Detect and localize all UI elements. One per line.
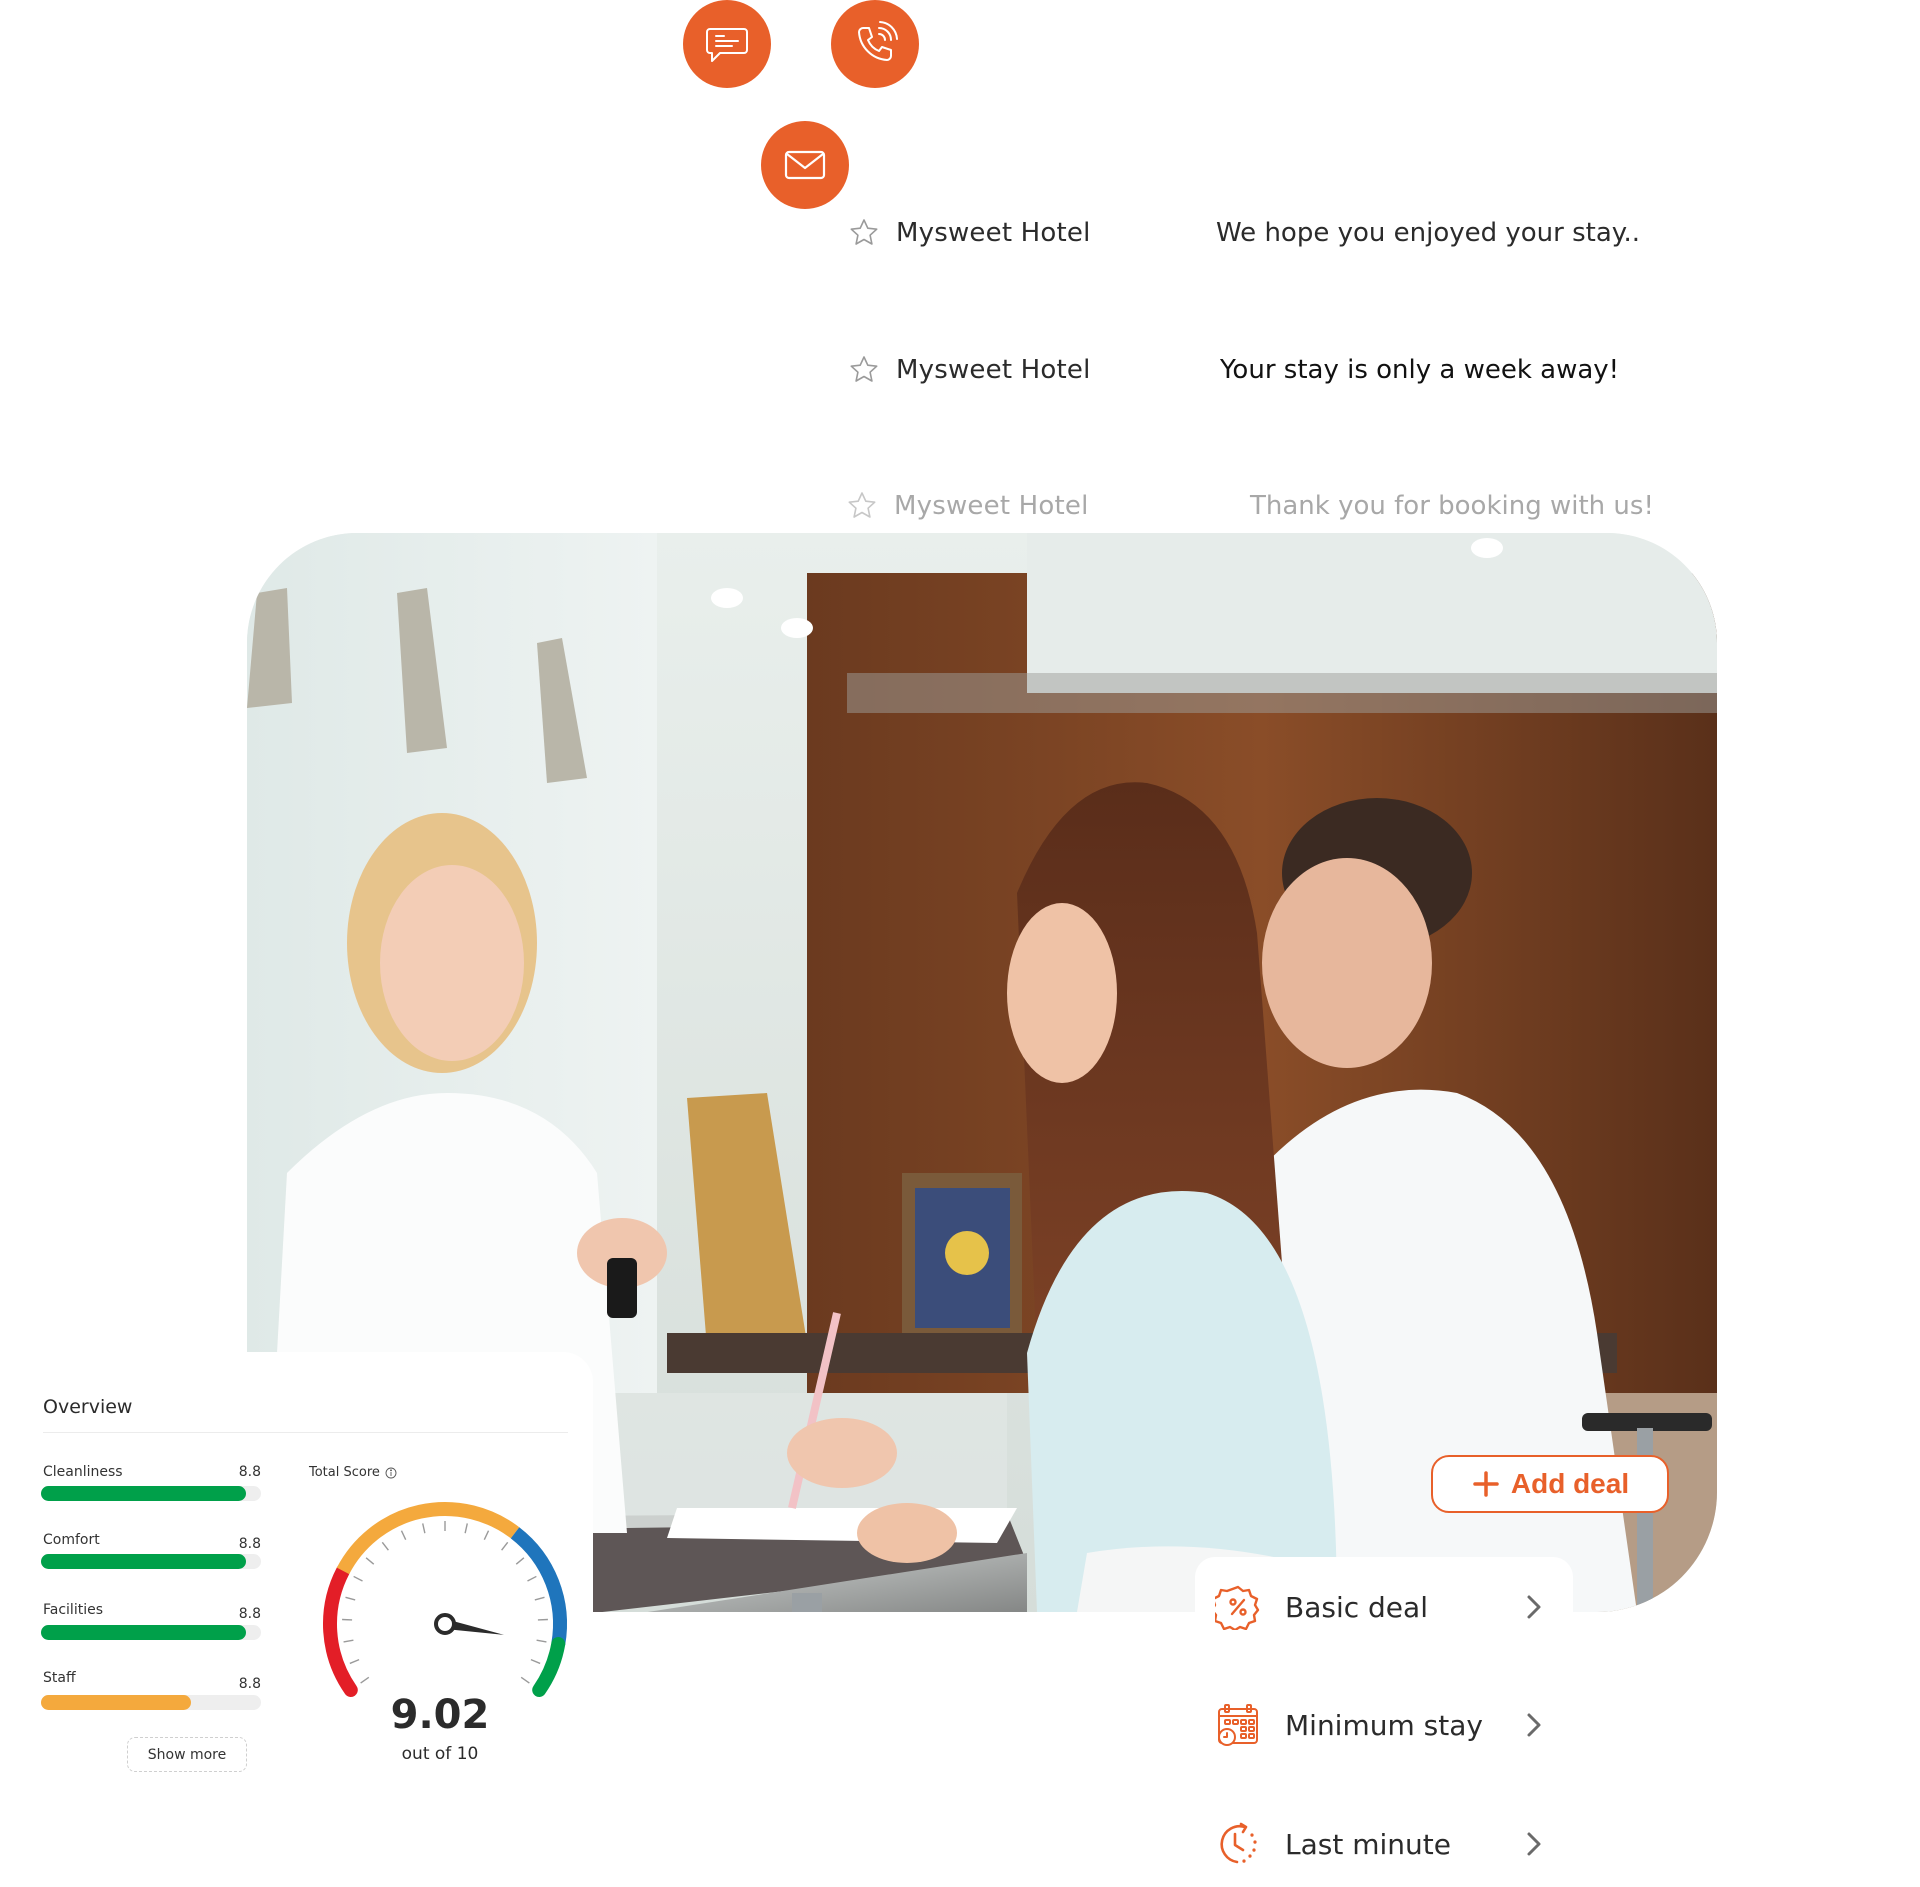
gauge-tick — [382, 1542, 388, 1550]
gauge-segment — [515, 1533, 560, 1644]
mail-icon — [780, 140, 830, 190]
gauge-tick — [502, 1542, 508, 1550]
gauge-tick — [354, 1576, 363, 1581]
chevron-right-icon — [1523, 1830, 1545, 1858]
add-deal-button[interactable]: Add deal — [1431, 1455, 1669, 1513]
deal-item-basic-deal[interactable]: Basic deal — [1215, 1577, 1555, 1637]
overview-card: Overview Cleanliness 8.8 Comfort 8.8 Fac… — [0, 1352, 593, 1822]
metric-label: Cleanliness — [43, 1464, 123, 1480]
gauge-tick — [537, 1640, 547, 1642]
total-score-heading: Total Score — [309, 1465, 397, 1480]
chevron-right-icon — [1523, 1711, 1545, 1739]
metric-label: Facilities — [43, 1602, 103, 1618]
gauge-tick — [346, 1597, 356, 1600]
metric-track — [41, 1625, 261, 1640]
metric-track — [41, 1554, 261, 1569]
message-subject: Thank you for booking with us! — [1250, 491, 1654, 521]
gauge-tick — [361, 1677, 369, 1683]
deal-label: Basic deal — [1285, 1591, 1523, 1624]
phone-icon — [850, 19, 900, 69]
gauge-tick — [350, 1660, 359, 1664]
gauge-tick — [531, 1660, 540, 1664]
metric-value: 8.8 — [239, 1676, 261, 1692]
star-icon[interactable] — [848, 217, 880, 249]
gauge-segment — [330, 1571, 351, 1690]
deal-list: Basic deal Minimum stay Last minute — [1195, 1557, 1573, 1887]
gauge-tick — [423, 1523, 425, 1533]
gauge-tick — [535, 1597, 545, 1600]
metric-fill — [41, 1486, 246, 1501]
gauge-tick — [344, 1640, 354, 1642]
gauge-segment — [539, 1644, 558, 1690]
total-score-label: Total Score — [309, 1465, 380, 1480]
email-button[interactable] — [761, 121, 849, 209]
deal-item-minimum-stay[interactable]: Minimum stay — [1215, 1695, 1555, 1755]
metric-value: 8.8 — [239, 1606, 261, 1622]
gauge-tick — [484, 1531, 488, 1540]
metric-track — [41, 1486, 261, 1501]
message-sender: Mysweet Hotel — [896, 218, 1216, 248]
gauge-tick — [527, 1576, 536, 1581]
deal-label: Minimum stay — [1285, 1709, 1523, 1742]
metric-value: 8.8 — [239, 1536, 261, 1552]
chevron-right-icon — [1523, 1593, 1545, 1621]
metric-fill — [41, 1695, 191, 1710]
message-row[interactable]: Mysweet Hotel We hope you enjoyed your s… — [848, 211, 1668, 255]
show-more-button[interactable]: Show more — [127, 1737, 247, 1772]
gauge-segment — [343, 1509, 515, 1571]
chat-bubble-icon — [702, 19, 752, 69]
info-icon[interactable] — [385, 1467, 397, 1479]
gauge-tick — [521, 1677, 529, 1683]
gauge-needle-hub — [436, 1615, 454, 1633]
message-subject: Your stay is only a week away! — [1220, 355, 1619, 385]
message-row[interactable]: Mysweet Hotel Thank you for booking with… — [846, 484, 1666, 528]
message-row[interactable]: Mysweet Hotel Your stay is only a week a… — [848, 348, 1668, 392]
metric-value: 8.8 — [239, 1464, 261, 1480]
deal-item-last-minute[interactable]: Last minute — [1215, 1814, 1555, 1874]
message-sender: Mysweet Hotel — [894, 491, 1214, 521]
metric-track — [41, 1695, 261, 1710]
gauge-tick — [465, 1523, 467, 1533]
gauge-tick — [366, 1558, 374, 1564]
chat-button[interactable] — [683, 0, 771, 88]
star-icon[interactable] — [846, 490, 878, 522]
percent-badge-icon — [1215, 1584, 1261, 1630]
gauge-tick — [516, 1558, 524, 1564]
call-button[interactable] — [831, 0, 919, 88]
metric-label: Comfort — [43, 1532, 100, 1548]
total-score-subtitle: out of 10 — [360, 1744, 520, 1764]
star-icon[interactable] — [848, 354, 880, 386]
total-score-value: 9.02 — [360, 1692, 520, 1738]
deal-label: Last minute — [1285, 1828, 1523, 1861]
divider — [43, 1432, 568, 1433]
metric-fill — [41, 1625, 246, 1640]
clock-refresh-icon — [1215, 1821, 1261, 1867]
metric-label: Staff — [43, 1670, 76, 1686]
metric-fill — [41, 1554, 246, 1569]
message-sender: Mysweet Hotel — [896, 355, 1216, 385]
gauge-tick — [401, 1531, 405, 1540]
add-deal-label: Add deal — [1511, 1468, 1629, 1500]
message-subject: We hope you enjoyed your stay.. — [1216, 218, 1640, 248]
calendar-clock-icon — [1215, 1702, 1261, 1748]
overview-title: Overview — [43, 1396, 132, 1418]
plus-icon — [1471, 1469, 1501, 1499]
